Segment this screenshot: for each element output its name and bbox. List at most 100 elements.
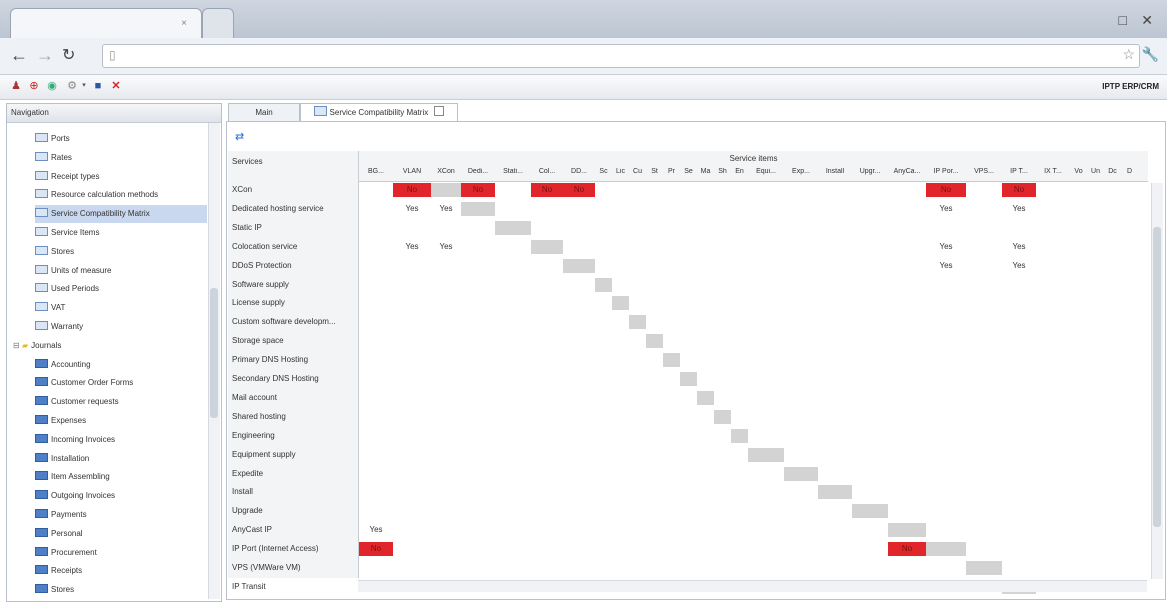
column-label[interactable]: D — [1121, 168, 1138, 180]
nav-item[interactable]: Personal — [35, 525, 207, 543]
column-label[interactable]: Dedi... — [461, 168, 495, 180]
nav-item[interactable]: Rates — [35, 149, 207, 167]
nav-item[interactable]: Used Periods — [35, 280, 207, 298]
column-label[interactable]: Sh — [714, 168, 731, 180]
diagonal-cell[interactable] — [663, 353, 680, 368]
compatible-cell[interactable]: Yes — [393, 202, 431, 216]
compatible-cell[interactable]: Yes — [1002, 259, 1036, 273]
column-label[interactable]: IP Por... — [926, 168, 966, 180]
nav-item[interactable]: ⊟ ▰ Journals — [13, 337, 207, 355]
nav-item[interactable]: Outgoing Invoices — [35, 487, 207, 505]
column-label[interactable]: XCon — [431, 168, 461, 180]
nav-item[interactable]: Resource calculation methods — [35, 186, 207, 204]
column-label[interactable]: Stati... — [495, 168, 531, 180]
row-label[interactable]: Mail account — [232, 389, 356, 407]
refresh-icon[interactable]: ⇄ — [235, 130, 244, 143]
tab-close-icon[interactable]: × — [181, 18, 187, 29]
row-label[interactable]: VPS (VMWare VM) — [232, 559, 356, 577]
nav-item[interactable]: Installation — [35, 450, 207, 468]
url-input[interactable]: ▯ — [102, 44, 1140, 68]
column-label[interactable]: Un — [1087, 168, 1104, 180]
incompatible-cell[interactable]: No — [531, 183, 563, 197]
nav-item[interactable]: Expenses — [35, 412, 207, 430]
compatible-cell[interactable]: Yes — [359, 523, 393, 537]
compatible-cell[interactable]: Yes — [926, 240, 966, 254]
diagonal-cell[interactable] — [697, 390, 714, 405]
compatible-cell[interactable]: Yes — [1002, 202, 1036, 216]
row-label[interactable]: Storage space — [232, 332, 356, 350]
row-label[interactable]: Equipment supply — [232, 446, 356, 464]
diagonal-cell[interactable] — [680, 372, 697, 386]
browser-tab[interactable]: × — [10, 8, 202, 39]
nav-item[interactable]: Receipts — [35, 562, 207, 580]
row-label[interactable]: Expedite — [232, 465, 356, 483]
nav-item[interactable]: Service Items — [35, 224, 207, 242]
collapse-icon[interactable]: ⊟ — [13, 341, 22, 350]
column-label[interactable]: Vo — [1070, 168, 1087, 180]
column-label[interactable]: Col... — [531, 168, 563, 180]
diagonal-cell[interactable] — [563, 258, 595, 273]
column-label[interactable]: Upgr... — [852, 168, 888, 180]
nav-item[interactable]: Procurement — [35, 544, 207, 562]
incompatible-cell[interactable]: No — [563, 183, 595, 197]
tab-close-icon[interactable] — [434, 106, 445, 116]
nav-scroll-thumb[interactable] — [210, 288, 218, 418]
close-icon[interactable]: ✕ — [110, 80, 122, 92]
row-label[interactable]: AnyCast IP — [232, 521, 356, 539]
diagonal-cell[interactable] — [461, 201, 495, 216]
diagonal-cell[interactable] — [966, 561, 1002, 575]
tab-main[interactable]: Main — [228, 103, 300, 123]
row-label[interactable]: Shared hosting — [232, 408, 356, 426]
diagonal-cell[interactable] — [748, 447, 784, 462]
compatible-cell[interactable]: Yes — [926, 259, 966, 273]
back-icon[interactable]: ← — [10, 45, 28, 66]
nav-item[interactable]: Stores — [35, 581, 207, 599]
compatible-cell[interactable]: Yes — [926, 202, 966, 216]
nav-item[interactable]: VAT — [35, 299, 207, 317]
diagonal-cell[interactable] — [784, 466, 818, 481]
compatible-cell[interactable]: Yes — [1002, 240, 1036, 254]
column-label[interactable]: VLAN — [393, 168, 431, 180]
vertical-scrollbar[interactable] — [1151, 183, 1163, 579]
horizontal-scrollbar[interactable] — [358, 580, 1147, 592]
column-label[interactable]: Equi... — [748, 168, 784, 180]
incompatible-cell[interactable]: No — [1002, 183, 1036, 197]
diagonal-cell[interactable] — [629, 315, 646, 330]
nav-item[interactable]: Customer requests — [35, 393, 207, 411]
gear-icon[interactable]: ⚙ — [66, 80, 78, 92]
row-label[interactable]: DDoS Protection — [232, 257, 356, 275]
row-label[interactable]: XCon — [232, 181, 356, 199]
diagonal-cell[interactable] — [495, 220, 531, 235]
incompatible-cell[interactable]: No — [926, 183, 966, 197]
nav-item[interactable]: Receipt types — [35, 168, 207, 186]
column-label[interactable]: Pr — [663, 168, 680, 180]
globe-icon[interactable]: ◉ — [46, 80, 58, 92]
column-label[interactable]: Se — [680, 168, 697, 180]
diagonal-cell[interactable] — [852, 504, 888, 519]
row-label[interactable]: Colocation service — [232, 238, 356, 256]
close-window-icon[interactable]: ✕ — [1141, 12, 1153, 29]
nav-item[interactable]: Payments — [35, 506, 207, 524]
forward-icon[interactable]: → — [36, 45, 54, 66]
column-label[interactable]: Lic — [612, 168, 629, 180]
nav-item[interactable]: Warranty — [35, 318, 207, 336]
diagonal-cell[interactable] — [714, 409, 731, 424]
lifebuoy-icon[interactable]: ⊕ — [28, 80, 40, 92]
compatible-cell[interactable]: Yes — [431, 202, 461, 216]
column-label[interactable]: IP T... — [1002, 168, 1036, 180]
column-label[interactable]: BG... — [359, 168, 393, 180]
save-icon[interactable]: ■ — [92, 80, 104, 92]
column-label[interactable]: DD... — [563, 168, 595, 180]
row-label[interactable]: Primary DNS Hosting — [232, 351, 356, 369]
row-label[interactable]: IP Transit — [232, 578, 356, 596]
compatible-cell[interactable]: Yes — [393, 240, 431, 254]
tab-service-compatibility-matrix[interactable]: Service Compatibility Matrix — [300, 103, 458, 123]
column-label[interactable]: Exp... — [784, 168, 818, 180]
row-label[interactable]: Software supply — [232, 276, 356, 294]
diagonal-cell[interactable] — [531, 239, 563, 254]
column-label[interactable]: Cu — [629, 168, 646, 180]
chevron-down-icon[interactable]: ▾ — [78, 80, 90, 92]
row-label[interactable]: IP Port (Internet Access) — [232, 540, 356, 558]
nav-item[interactable]: Incoming Invoices — [35, 431, 207, 449]
nav-item[interactable]: Item Assembling — [35, 468, 207, 486]
